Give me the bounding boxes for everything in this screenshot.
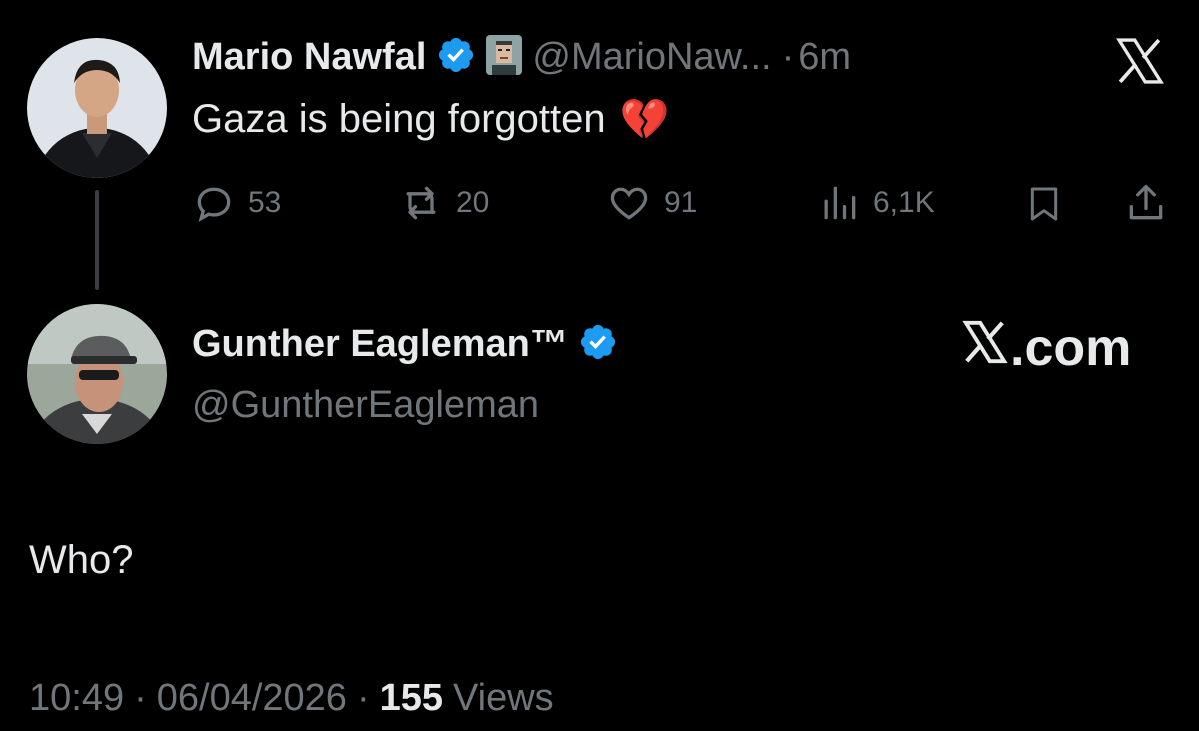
quoted-author-handle[interactable]: @MarioNaw... bbox=[532, 36, 771, 79]
views-button[interactable]: 6,1K bbox=[817, 181, 935, 225]
reply-icon bbox=[192, 181, 236, 225]
dot-separator: · bbox=[134, 677, 147, 719]
reply-views-label: Views bbox=[453, 677, 554, 719]
reply-views-count[interactable]: 155 bbox=[380, 677, 443, 720]
dot-separator: · bbox=[781, 36, 795, 78]
reply-time[interactable]: 10:49 bbox=[29, 677, 124, 720]
like-icon bbox=[606, 181, 652, 225]
repost-count: 20 bbox=[456, 186, 490, 219]
pixel-avatar-badge-icon bbox=[486, 35, 523, 80]
reply-count: 53 bbox=[248, 186, 282, 219]
bookmark-icon bbox=[1024, 187, 1064, 229]
share-button[interactable] bbox=[1124, 181, 1168, 230]
verified-badge-icon bbox=[578, 322, 618, 367]
repost-button[interactable]: 20 bbox=[398, 181, 489, 225]
quoted-tweet-text: Gaza is being forgotten bbox=[192, 97, 606, 141]
share-icon bbox=[1124, 184, 1168, 229]
dot-separator: · bbox=[356, 677, 370, 719]
reply-date[interactable]: 06/04/2026 bbox=[157, 677, 347, 720]
repost-icon bbox=[398, 181, 444, 225]
x-logo-icon[interactable] bbox=[1113, 38, 1167, 89]
verified-badge-icon bbox=[436, 35, 476, 80]
broken-heart-emoji: 💔 bbox=[619, 98, 670, 142]
reply-author-handle[interactable]: @GuntherEagleman bbox=[192, 384, 539, 427]
gunther-avatar[interactable] bbox=[27, 304, 167, 444]
like-count: 91 bbox=[664, 186, 698, 219]
like-button[interactable]: 91 bbox=[606, 181, 697, 225]
quoted-tweet-time[interactable]: 6m bbox=[798, 36, 851, 79]
watermark-domain: .com bbox=[1010, 319, 1132, 377]
reply-author-name[interactable]: Gunther Eagleman™ bbox=[192, 323, 568, 366]
mario-avatar[interactable] bbox=[27, 38, 167, 178]
views-icon bbox=[817, 181, 861, 225]
x-logo-icon bbox=[962, 318, 1008, 378]
x-com-watermark: .com bbox=[962, 318, 1131, 378]
thread-connector-line bbox=[95, 190, 99, 290]
reply-button[interactable]: 53 bbox=[192, 181, 281, 225]
views-count: 6,1K bbox=[873, 186, 935, 219]
bookmark-button[interactable] bbox=[1024, 183, 1064, 230]
quoted-author-name[interactable]: Mario Nawfal bbox=[192, 36, 426, 79]
reply-tweet-text: Who? bbox=[29, 538, 134, 582]
